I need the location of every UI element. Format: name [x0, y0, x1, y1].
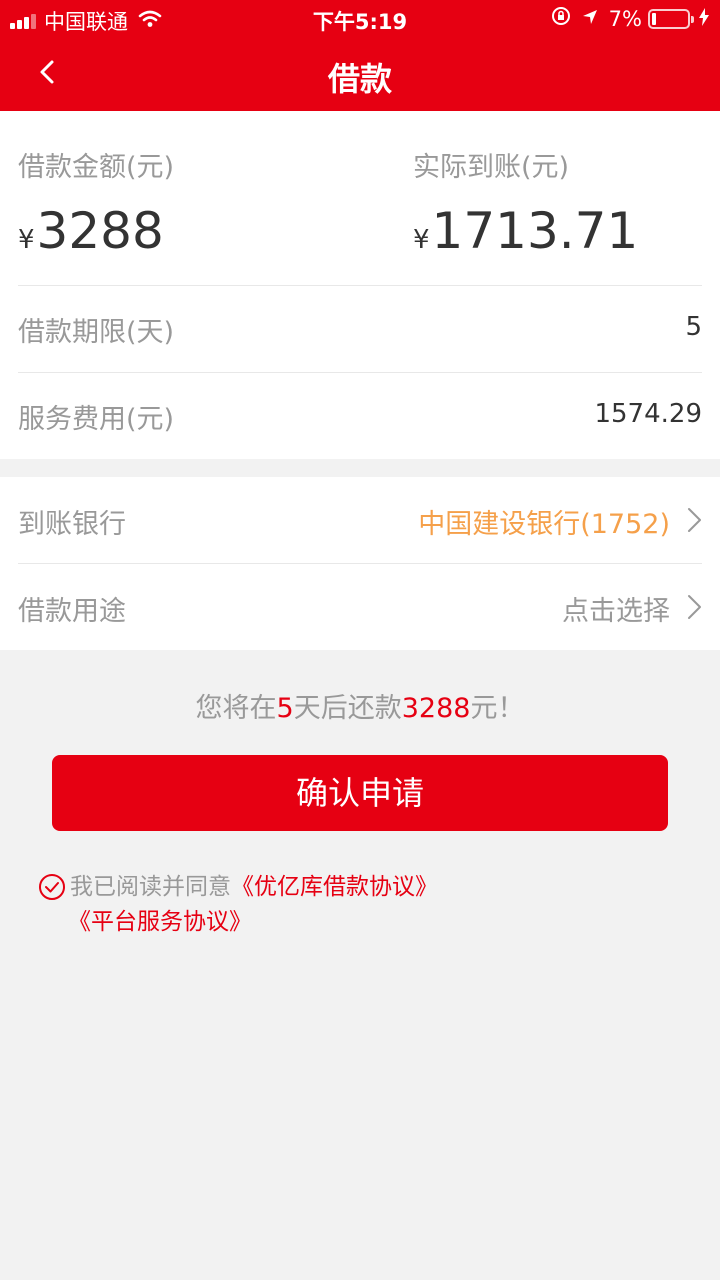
notice-prefix: 您将在	[195, 693, 277, 724]
received-amount-value: 1713.71	[431, 202, 639, 260]
charging-icon	[698, 7, 710, 31]
loan-summary-panel: 借款金额(元) ¥3288 实际到账(元) ¥1713.71 借款期限(天) 5…	[0, 111, 720, 459]
confirm-apply-button[interactable]: 确认申请	[52, 755, 668, 831]
received-amount-block: 实际到账(元) ¥1713.71	[413, 145, 638, 260]
platform-agreement-link[interactable]: 《平台服务协议》	[68, 909, 252, 935]
agreement-text: 我已阅读并同意	[70, 874, 231, 900]
notice-mid: 天后还款	[293, 693, 402, 724]
received-amount-label: 实际到账(元)	[413, 152, 570, 183]
service-fee-label: 服务费用(元)	[18, 404, 175, 435]
repayment-notice: 您将在5天后还款3288元！	[0, 686, 720, 725]
location-icon	[581, 7, 599, 31]
loan-agreement-link[interactable]: 《优亿库借款协议》	[231, 874, 438, 900]
loan-details-panel: 到账银行 中国建设银行(1752) 借款用途 点击选择	[0, 477, 720, 650]
purpose-label: 借款用途	[18, 596, 126, 627]
orientation-lock-icon	[551, 6, 571, 31]
notice-days: 5	[276, 693, 294, 724]
loan-term-row: 借款期限(天) 5	[0, 285, 720, 371]
currency-symbol: ¥	[18, 225, 35, 255]
chevron-right-icon	[688, 508, 701, 532]
service-fee-row: 服务费用(元) 1574.29	[0, 372, 720, 458]
bank-label: 到账银行	[18, 509, 126, 540]
check-circle-icon[interactable]	[38, 873, 66, 901]
battery-percent: 7%	[608, 6, 642, 31]
nav-bar: 借款	[0, 36, 720, 111]
notice-amount: 3288	[401, 693, 471, 724]
agreement-line-2: 《平台服务协议》	[68, 905, 252, 939]
loan-amount-value-row: ¥3288	[18, 202, 174, 260]
page-title: 借款	[327, 60, 392, 98]
status-right: 7%	[551, 6, 710, 31]
loan-term-value: 5	[685, 312, 702, 342]
notice-suffix: 元！	[470, 693, 525, 724]
chevron-right-icon	[688, 595, 701, 619]
status-bar: 中国联通 下午5:19 7%	[0, 0, 720, 36]
battery-icon	[648, 8, 694, 29]
bank-value: 中国建设银行(1752)	[418, 509, 670, 540]
loan-amount-block: 借款金额(元) ¥3288	[18, 145, 174, 260]
bank-row[interactable]: 到账银行 中国建设银行(1752)	[0, 477, 720, 563]
received-amount-value-row: ¥1713.71	[413, 202, 638, 260]
service-fee-value: 1574.29	[594, 399, 702, 429]
purpose-row[interactable]: 借款用途 点击选择	[0, 564, 720, 650]
purpose-value: 点击选择	[562, 596, 670, 627]
agreement-line-1: 我已阅读并同意《优亿库借款协议》	[70, 870, 438, 904]
loan-amount-label: 借款金额(元)	[18, 152, 175, 183]
loan-term-label: 借款期限(天)	[18, 317, 175, 348]
loan-amount-value: 3288	[36, 202, 164, 260]
currency-symbol: ¥	[413, 225, 430, 255]
